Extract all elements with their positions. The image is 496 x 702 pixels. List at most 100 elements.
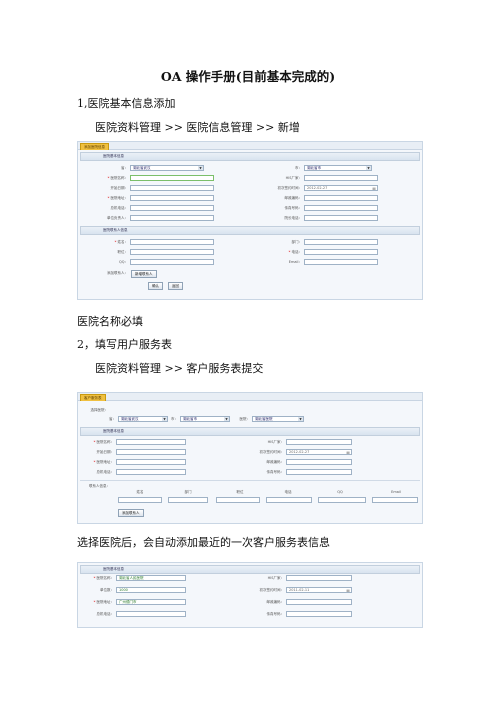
city-select[interactable]: 湖北省市: [304, 165, 372, 171]
unit-count-label: 单位数：: [100, 588, 114, 592]
confirm-button[interactable]: 确认: [148, 282, 163, 290]
section-2-note: 选择医院后，会自动添加最近的一次客户服务表信息: [77, 536, 330, 549]
province-label: 省：: [121, 166, 128, 170]
tab-bar: 客户服务表: [78, 393, 422, 401]
section-2-heading: 2，填写用户服务表: [77, 338, 172, 351]
hospital-add-form-screenshot: 添加医院信息 医院基本信息 省： 湖北省武汉 市： 湖北省市 * 医院名称： H…: [77, 141, 423, 300]
start-date-label: 开始日期：: [110, 186, 129, 190]
sign-date-input[interactable]: 2011-02-11 ▦: [286, 587, 352, 593]
his-vendor-input[interactable]: [286, 439, 352, 445]
fax-input[interactable]: [286, 469, 352, 475]
hospital-name-input[interactable]: [116, 439, 186, 445]
province-select[interactable]: 湖北省武汉: [118, 416, 168, 422]
select-hospital-label: 选择医院：: [90, 408, 109, 412]
col-header-post: 职位: [236, 490, 244, 494]
hospital-name-input[interactable]: [130, 175, 214, 181]
add-contact-button[interactable]: 新增联系人: [131, 270, 157, 278]
phone-main-input[interactable]: [130, 205, 214, 211]
divider: [80, 480, 420, 481]
contact-dept-input[interactable]: [304, 239, 378, 245]
contact-post-input[interactable]: [130, 249, 214, 255]
fax-input[interactable]: [286, 611, 352, 617]
his-vendor-input[interactable]: [304, 175, 378, 181]
auto-filled-form-screenshot: 医院基本信息 * 医院名称： 湖北省人民医院 HIS厂家： 单位数： 1000 …: [77, 562, 423, 628]
leader-label: 单位负责人：: [107, 216, 128, 220]
tab-customer-service[interactable]: 客户服务表: [80, 394, 106, 401]
section-1-path: 医院资料管理 >> 医院信息管理 >> 新增: [95, 121, 300, 134]
col-header-email: Email: [391, 490, 401, 494]
address-label: * 医院地址：: [93, 600, 114, 604]
phone-main-label: 总机电话：: [110, 206, 129, 210]
phone-main-input[interactable]: [116, 611, 186, 617]
contact-qq-input[interactable]: [130, 259, 214, 265]
province-label: 省：: [109, 417, 116, 421]
unit-count-input[interactable]: 1000: [116, 587, 186, 593]
contact-post-label: 职位：: [117, 250, 129, 254]
tab-add-hospital[interactable]: 添加医院信息: [80, 143, 109, 150]
phone-main-input[interactable]: [116, 469, 186, 475]
province-select[interactable]: 湖北省武汉: [130, 165, 204, 171]
contact-post-input[interactable]: [216, 497, 260, 503]
section-1-heading: 1,医院基本信息添加: [77, 97, 176, 110]
contact-dept-input[interactable]: [168, 497, 208, 503]
hospital-name-label: * 医院名称：: [107, 176, 128, 180]
hospital-select[interactable]: 湖北省医院: [252, 416, 304, 422]
calendar-icon[interactable]: ▦: [346, 450, 350, 454]
sign-date-input[interactable]: 2012-02-27 ▦: [304, 185, 378, 191]
hospital-name-label: * 医院名称：: [93, 576, 114, 580]
his-vendor-input[interactable]: [286, 575, 352, 581]
contact-phone-input[interactable]: [304, 249, 378, 255]
postcode-input[interactable]: [304, 195, 378, 201]
section-contact-info: 医院联系人信息: [80, 226, 420, 235]
start-date-input[interactable]: [130, 185, 214, 191]
contact-phone-input[interactable]: [266, 497, 312, 503]
tab-bar: 添加医院信息: [78, 142, 422, 150]
sign-date-label: 初次签约时间：: [259, 588, 285, 592]
leader-input[interactable]: [130, 215, 214, 221]
address-label: * 医院地址：: [93, 460, 114, 464]
postcode-input[interactable]: [286, 459, 352, 465]
address-input[interactable]: [130, 195, 214, 201]
sign-date-label: 初次签约时间：: [277, 186, 303, 190]
calendar-icon[interactable]: ▦: [346, 588, 350, 592]
add-contact-label: 添加联系人：: [107, 271, 128, 275]
contact-email-label: Email：: [288, 260, 302, 264]
city-label: 市：: [171, 417, 178, 421]
city-select[interactable]: 湖北省市: [180, 416, 230, 422]
back-button[interactable]: 返回: [168, 282, 183, 290]
fax-label: 传真号码：: [266, 612, 285, 616]
contact-name-input[interactable]: [118, 497, 162, 503]
section-basic-info: 医院基本信息: [80, 152, 420, 161]
address-input[interactable]: [116, 459, 186, 465]
city-label: 市：: [295, 166, 302, 170]
postcode-input[interactable]: [286, 599, 352, 605]
add-contact-button[interactable]: 添加联系人: [118, 509, 144, 517]
director-phone-input[interactable]: [304, 215, 378, 221]
contact-name-input[interactable]: [130, 239, 214, 245]
his-vendor-label: HIS厂家：: [285, 176, 302, 180]
fax-input[interactable]: [304, 205, 378, 211]
sign-date-input[interactable]: 2012-02-27 ▦: [286, 449, 352, 455]
section-2-path: 医院资料管理 >> 客户服务表提交: [95, 362, 264, 375]
contact-info-label: 联系人信息：: [89, 484, 110, 488]
calendar-icon[interactable]: ▦: [372, 186, 376, 190]
sign-date-label: 初次签约时间：: [259, 450, 285, 454]
hospital-label: 医院：: [239, 417, 251, 421]
hospital-name-input[interactable]: 湖北省人民医院: [116, 575, 186, 581]
col-header-dept: 部门: [184, 490, 192, 494]
contact-qq-label: QQ：: [118, 260, 128, 264]
contact-email-input[interactable]: [304, 259, 378, 265]
hospital-name-label: * 医院名称：: [93, 440, 114, 444]
section-basic-info: 医院基本信息: [80, 427, 420, 436]
fax-label: 传真号码：: [266, 470, 285, 474]
document-title: OA 操作手册(目前基本完成的): [160, 69, 336, 84]
contact-email-input[interactable]: [372, 497, 418, 503]
contact-qq-input[interactable]: [318, 497, 366, 503]
address-input[interactable]: 广州德门市: [116, 599, 186, 605]
his-vendor-label: HIS厂家：: [267, 440, 284, 444]
col-header-name: 姓名: [136, 490, 144, 494]
col-header-phone: 电话: [284, 490, 292, 494]
start-date-input[interactable]: [116, 449, 186, 455]
phone-main-label: 总机电话：: [96, 612, 115, 616]
section-basic-info: 医院基本信息: [80, 565, 420, 574]
